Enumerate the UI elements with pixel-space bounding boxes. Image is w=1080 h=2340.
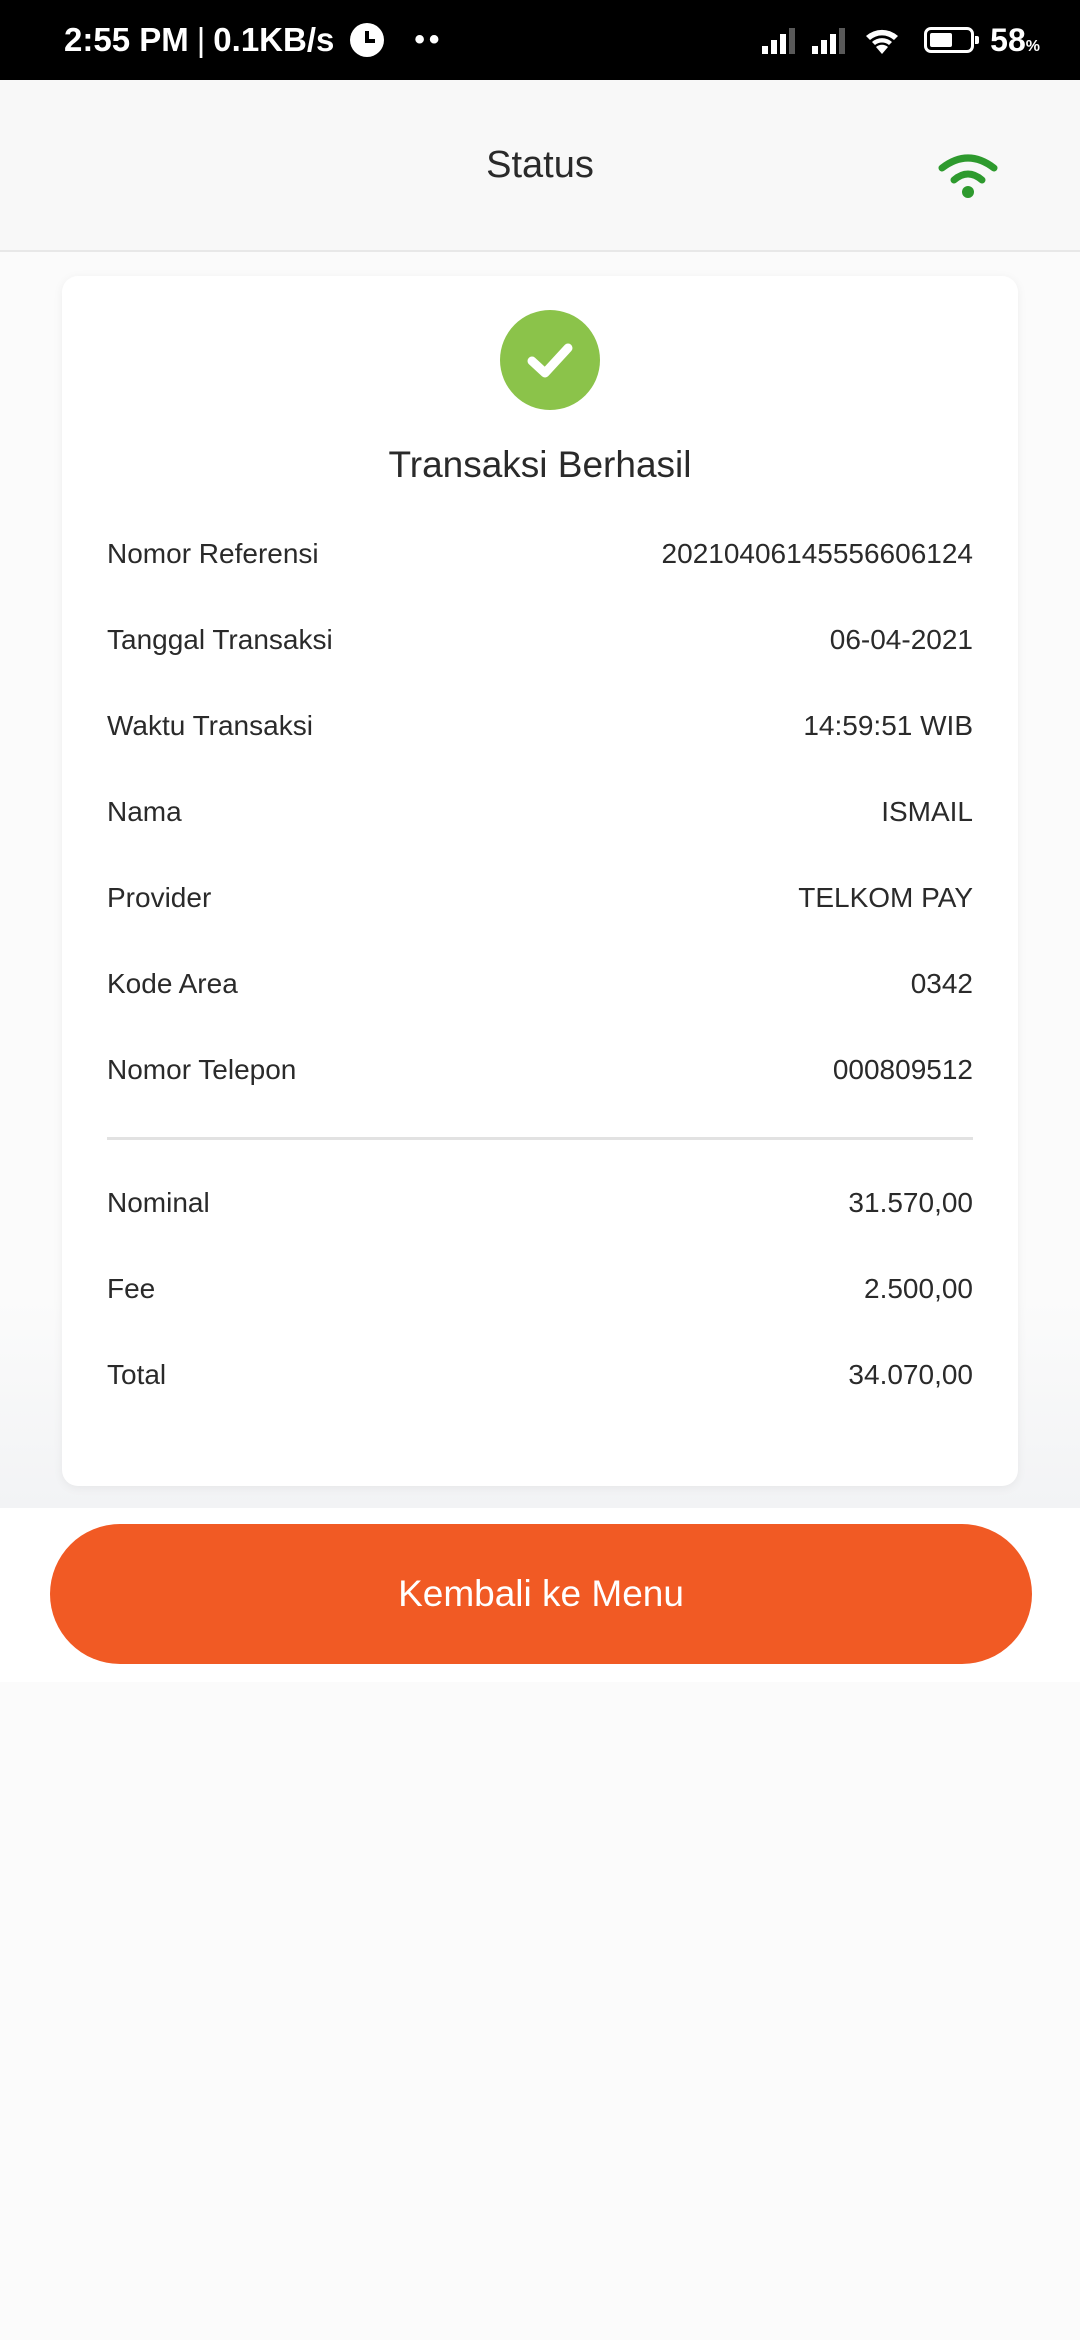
detail-label: Nomor Referensi [107,538,319,569]
detail-value: 20210406145556606124 [661,538,973,569]
signal-icon [762,26,796,54]
detail-label: Waktu Transaksi [107,710,313,741]
summary-value: 34.070,00 [848,1359,973,1390]
detail-value: 000809512 [832,1054,973,1085]
status-dots: •• [414,23,444,56]
signal-icon-2 [812,26,846,54]
timer-icon [350,23,385,57]
detail-row-name: Nama ISMAIL [107,796,973,828]
status-net-speed: 0.1KB/s [213,21,335,58]
detail-value: 14:59:51 WIB [803,710,973,741]
status-bar: 2:55 PM | 0.1KB/s •• 58% [0,0,1080,80]
detail-row-time: Waktu Transaksi 14:59:51 WIB [107,710,973,742]
back-to-menu-button[interactable]: Kembali ke Menu [50,1524,1032,1664]
check-circle-icon [500,310,600,410]
battery-icon [924,27,980,53]
detail-value: TELKOM PAY [798,882,973,913]
summary-value: 31.570,00 [848,1187,973,1218]
detail-label: Nama [107,796,182,827]
battery-percent: 58% [990,21,1040,58]
status-separator: | [196,21,206,58]
summary-row-nominal: Nominal 31.570,00 [107,1187,973,1219]
detail-label: Nomor Telepon [107,1054,297,1085]
detail-value: 06-04-2021 [829,624,973,655]
transaction-card: Transaksi Berhasil Nomor Referensi 20210… [62,276,1018,1486]
status-time: 2:55 PM [64,21,189,58]
summary-label: Fee [107,1273,156,1304]
page-title: Status [486,143,594,186]
summary-row-total: Total 34.070,00 [107,1359,973,1391]
detail-label: Tanggal Transaksi [107,624,333,655]
bottom-action-bar: Kembali ke Menu [0,1508,1080,1682]
status-bar-right: 58% [762,22,1040,59]
summary-value: 2.500,00 [864,1273,973,1304]
wifi-icon [938,154,998,198]
detail-value: ISMAIL [881,796,973,827]
detail-label: Provider [107,882,212,913]
detail-value: 0342 [910,968,973,999]
detail-label: Kode Area [107,968,238,999]
summary-label: Nominal [107,1187,210,1218]
detail-row-reference: Nomor Referensi 20210406145556606124 [107,538,973,570]
status-bar-left: 2:55 PM | 0.1KB/s •• [64,21,443,59]
detail-row-date: Tanggal Transaksi 06-04-2021 [107,624,973,656]
divider [107,1137,973,1140]
summary-label: Total [107,1359,167,1390]
wifi-status-icon [866,29,899,54]
detail-row-provider: Provider TELKOM PAY [107,882,973,914]
app-header: Status [0,80,1080,252]
summary-row-fee: Fee 2.500,00 [107,1273,973,1305]
detail-row-area-code: Kode Area 0342 [107,968,973,1000]
detail-row-phone: Nomor Telepon 000809512 [107,1054,973,1086]
transaction-status-title: Transaksi Berhasil [388,444,692,485]
